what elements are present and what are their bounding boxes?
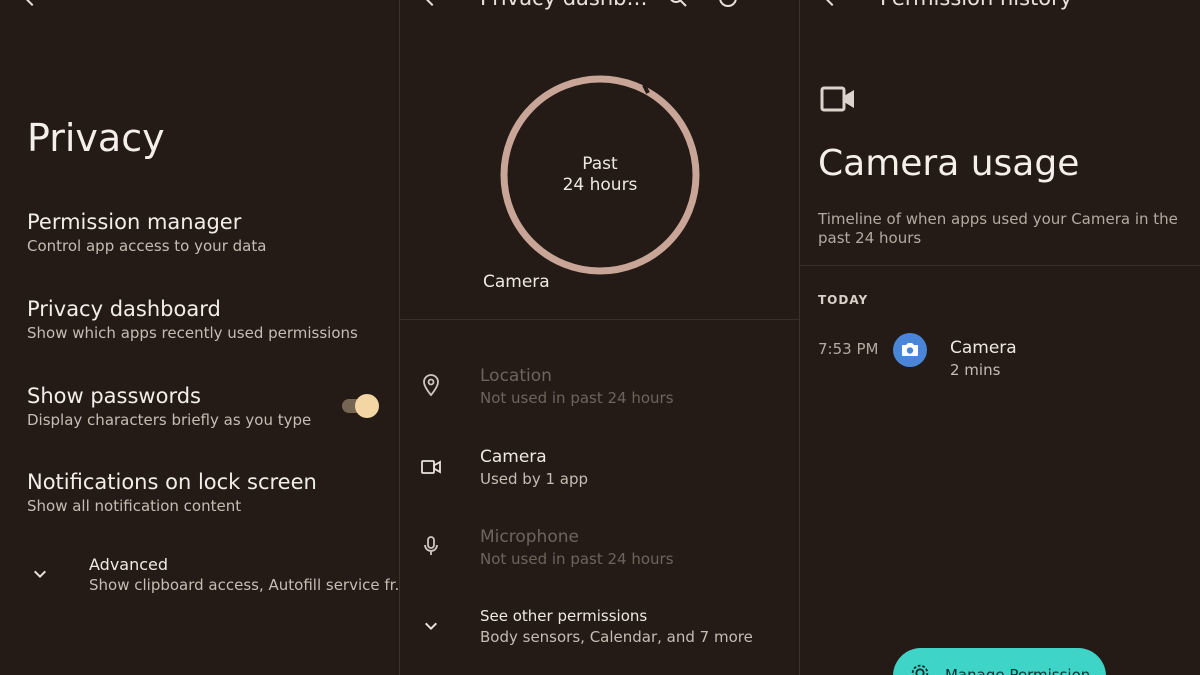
entry-app-name: Camera bbox=[950, 338, 1017, 358]
permission-subtitle: Not used in past 24 hours bbox=[480, 389, 674, 407]
setting-subtitle: Show which apps recently used permission… bbox=[27, 324, 358, 342]
videocam-icon bbox=[820, 86, 854, 112]
other-title: See other permissions bbox=[480, 607, 648, 625]
permission-manager-item[interactable]: Permission manager Control app access to… bbox=[27, 209, 387, 256]
permission-title: Camera bbox=[480, 447, 547, 467]
entry-duration: 2 mins bbox=[950, 361, 1001, 379]
chevron-down-icon bbox=[425, 622, 437, 630]
other-subtitle: Body sensors, Calendar, and 7 more bbox=[480, 628, 753, 646]
more-options-icon[interactable] bbox=[764, 0, 788, 10]
ring-line-2: 24 hours bbox=[562, 175, 638, 195]
usage-description: Timeline of when apps used your Camera i… bbox=[818, 210, 1178, 247]
location-pin-icon bbox=[423, 374, 439, 397]
permission-subtitle: Used by 1 app bbox=[480, 470, 589, 488]
ring-legend-label: Camera bbox=[483, 272, 550, 292]
notifications-lock-screen-item[interactable]: Notifications on lock screen Show all no… bbox=[27, 469, 387, 516]
privacy-settings-panel: Privacy Permission manager Control app a… bbox=[0, 0, 399, 675]
back-arrow-icon[interactable] bbox=[20, 0, 44, 10]
dashboard-title: Privacy dashb… bbox=[480, 0, 648, 10]
manage-permission-label: Manage Permission bbox=[945, 666, 1091, 675]
ring-line-1: Past bbox=[582, 154, 618, 174]
show-passwords-item[interactable]: Show passwords Display characters briefl… bbox=[27, 383, 327, 430]
permission-title: Microphone bbox=[480, 527, 579, 547]
permission-title: Location bbox=[480, 366, 552, 386]
back-arrow-icon[interactable] bbox=[420, 0, 444, 10]
setting-subtitle: Show all notification content bbox=[27, 497, 242, 515]
page-title: Privacy bbox=[27, 116, 165, 160]
privacy-dashboard-panel: Privacy dashb… Past 24 hours Camera Loca… bbox=[400, 0, 799, 675]
setting-title: Show passwords bbox=[27, 384, 201, 408]
section-divider bbox=[800, 265, 1200, 266]
show-passwords-toggle[interactable] bbox=[342, 394, 380, 418]
setting-title: Privacy dashboard bbox=[27, 297, 221, 321]
history-top-bar: Permission history bbox=[800, 0, 1200, 16]
setting-subtitle: Display characters briefly as you type bbox=[27, 411, 312, 429]
permission-subtitle: Not used in past 24 hours bbox=[480, 550, 674, 568]
videocam-icon bbox=[421, 460, 441, 474]
entry-time: 7:53 PM bbox=[818, 340, 879, 358]
privacy-dashboard-item[interactable]: Privacy dashboard Show which apps recent… bbox=[27, 296, 387, 343]
microphone-icon bbox=[424, 536, 438, 555]
toggle-thumb bbox=[355, 394, 379, 418]
section-header-today: TODAY bbox=[818, 293, 869, 307]
chevron-down-icon bbox=[34, 570, 46, 578]
advanced-title: Advanced bbox=[89, 555, 169, 574]
camera-app-icon bbox=[893, 333, 927, 367]
setting-subtitle: Control app access to your data bbox=[27, 237, 267, 255]
search-icon[interactable] bbox=[666, 0, 690, 10]
setting-title: Permission manager bbox=[27, 210, 242, 234]
settings-gear-icon bbox=[911, 664, 929, 675]
permission-history-panel: Permission history Camera usage Timeline… bbox=[800, 0, 1200, 675]
advanced-subtitle: Show clipboard access, Autofill service … bbox=[89, 576, 399, 594]
history-icon[interactable] bbox=[716, 0, 740, 10]
camera-glyph-icon bbox=[902, 343, 918, 356]
manage-permission-button[interactable]: Manage Permission bbox=[893, 648, 1106, 675]
back-arrow-icon[interactable] bbox=[820, 0, 844, 10]
dashboard-top-bar: Privacy dashb… bbox=[400, 0, 799, 16]
ring-center-text: Past 24 hours bbox=[550, 154, 650, 196]
setting-title: Notifications on lock screen bbox=[27, 470, 317, 494]
history-title: Permission history bbox=[880, 0, 1072, 10]
section-divider bbox=[400, 319, 799, 320]
usage-heading: Camera usage bbox=[818, 143, 1080, 184]
more-options-icon[interactable] bbox=[1164, 0, 1188, 10]
privacy-top-bar bbox=[0, 0, 399, 16]
